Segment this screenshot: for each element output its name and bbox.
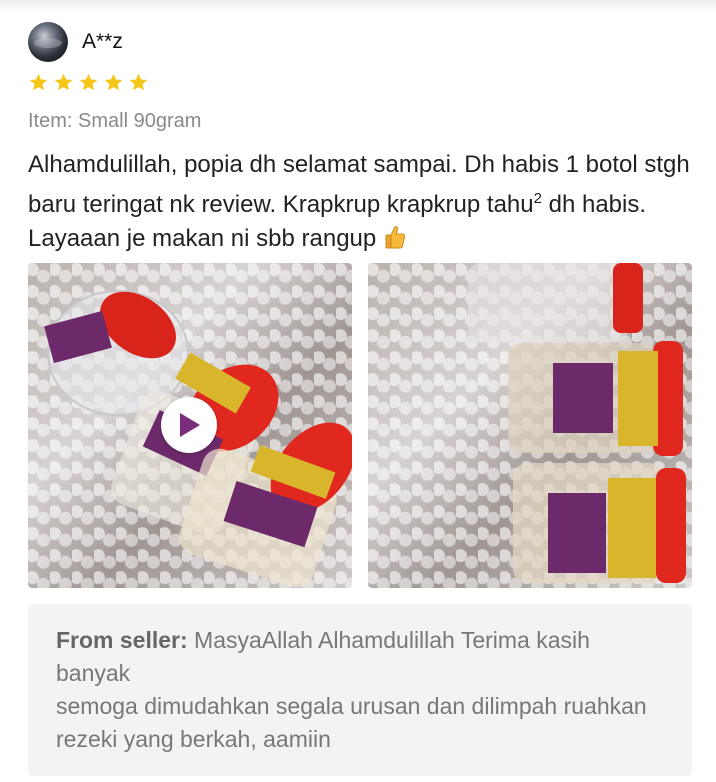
star-icon: [29, 73, 48, 91]
play-icon: [180, 413, 200, 437]
review-image-thumbnail[interactable]: [368, 263, 692, 588]
jars-photo-2: [468, 263, 686, 583]
star-icon: [129, 73, 148, 91]
seller-reply-line2: semoga dimudahkan segala urusan dan dili…: [56, 693, 647, 752]
rating-stars: [28, 72, 149, 96]
reviewer-info: A**z: [28, 20, 123, 64]
avatar[interactable]: [28, 22, 68, 62]
seller-reply-label: From seller:: [56, 627, 188, 653]
review-text: Alhamdulillah, popia dh selamat sampai. …: [28, 148, 698, 256]
thumbs-up-icon: [385, 226, 406, 249]
item-variation: Item: Small 90gram: [28, 110, 202, 132]
star-icon: [54, 73, 73, 91]
top-shade: [0, 0, 716, 12]
star-icon: [104, 73, 123, 91]
seller-reply: From seller: MasyaAllah Alhamdulillah Te…: [28, 604, 692, 776]
play-button[interactable]: [161, 397, 217, 453]
seller-reply-text: From seller: MasyaAllah Alhamdulillah Te…: [56, 624, 664, 756]
star-icon: [79, 73, 98, 91]
review-superscript: 2: [533, 190, 542, 207]
reviewer-name: A**z: [82, 30, 123, 53]
